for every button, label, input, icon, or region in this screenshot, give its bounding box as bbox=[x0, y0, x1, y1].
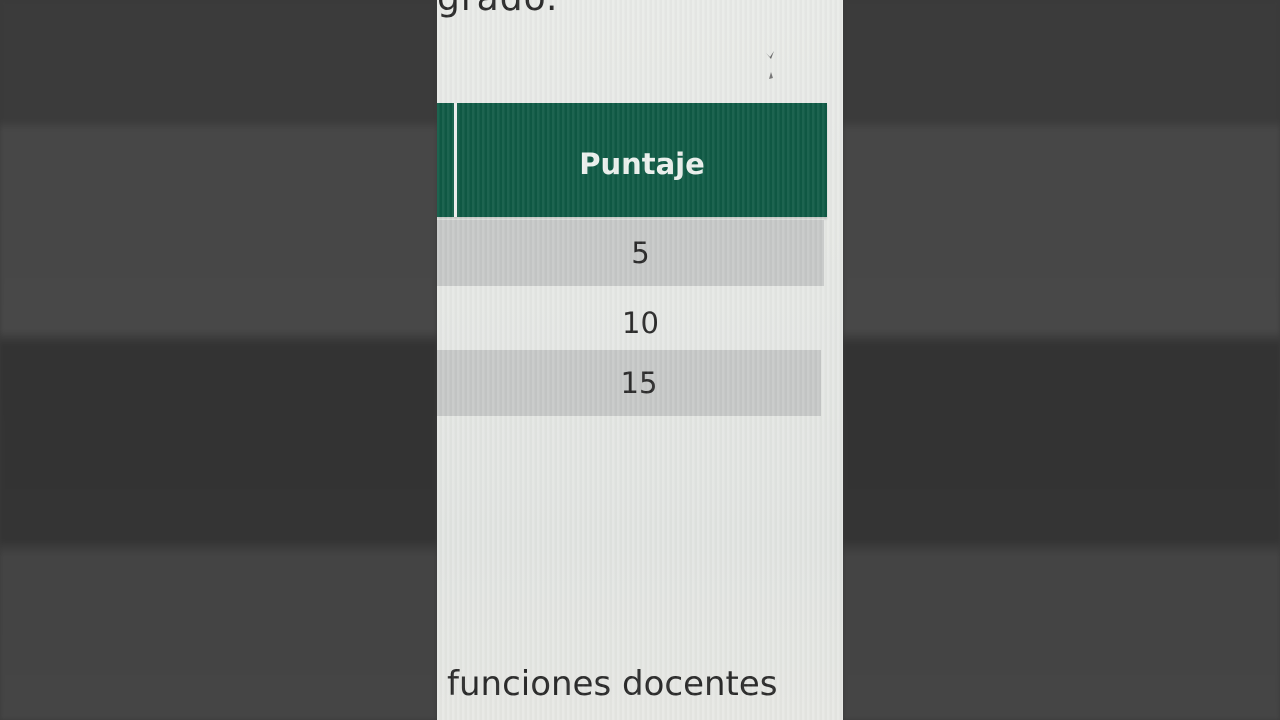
table-header: Puntaje bbox=[437, 103, 827, 217]
table-row: 15 bbox=[437, 350, 821, 416]
paragraph-fragment-top: grado. bbox=[437, 0, 558, 19]
blurred-background-right bbox=[843, 0, 1280, 720]
photographed-screen: grado. Puntaje 5 10 15 funciones docente… bbox=[437, 0, 843, 720]
blurred-background-left bbox=[0, 0, 437, 720]
column-header-puntaje: Puntaje bbox=[579, 147, 705, 181]
paragraph-fragment-bottom: funciones docentes bbox=[447, 664, 778, 704]
photo-frame: grado. Puntaje 5 10 15 funciones docente… bbox=[0, 0, 1280, 720]
table-row: 10 bbox=[622, 306, 659, 340]
screen-speck bbox=[766, 51, 774, 79]
table-row: 5 bbox=[437, 220, 824, 286]
